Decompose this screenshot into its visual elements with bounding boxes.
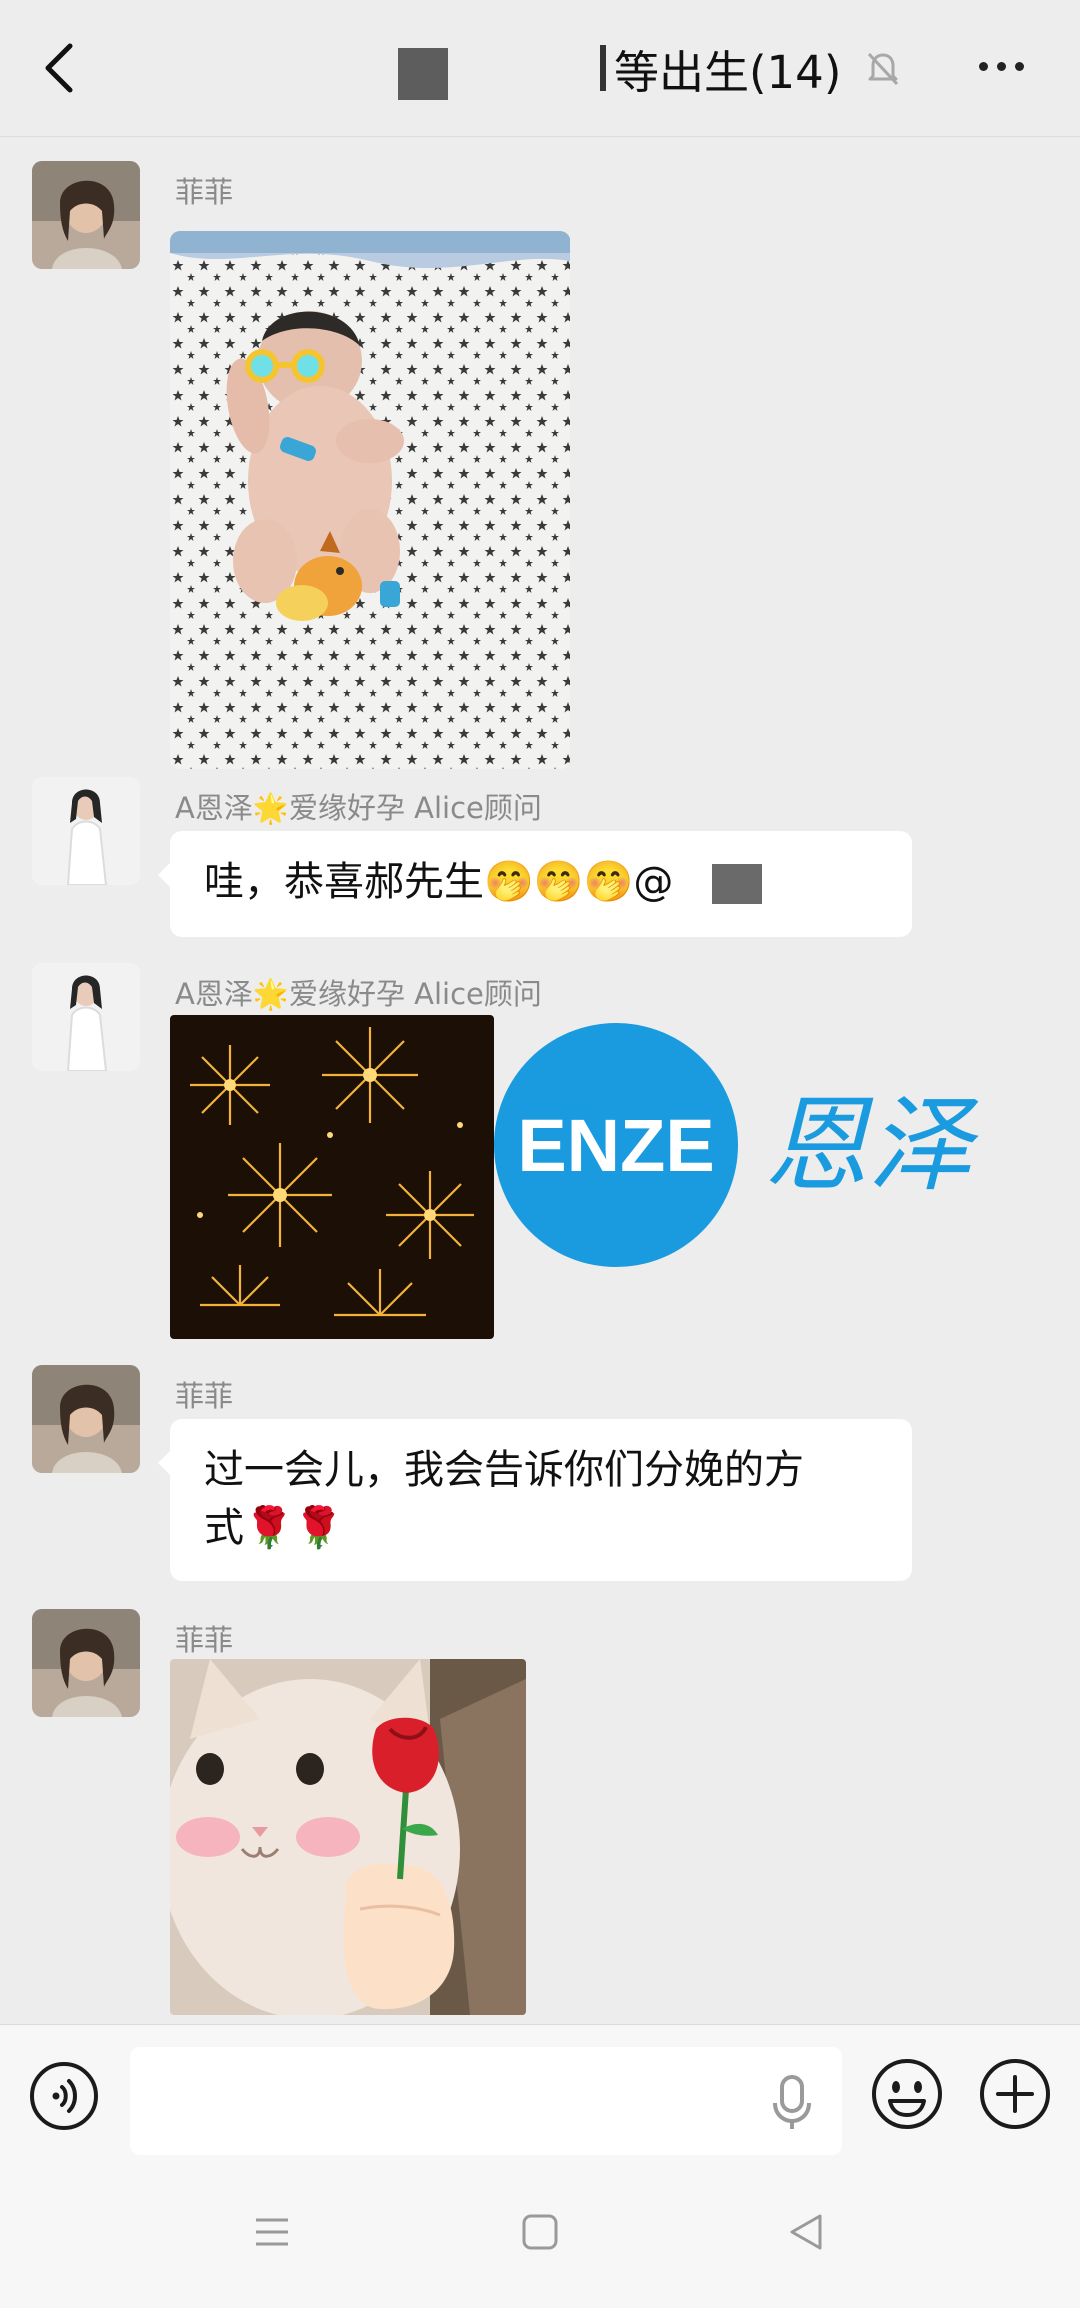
watermark-chinese: 恩泽 [764, 1084, 979, 1206]
chat-title: 等出生(14) [614, 45, 842, 99]
plus-icon[interactable] [978, 2057, 1052, 2131]
watermark-badge: ENZE [517, 1104, 714, 1187]
sender-name: 菲菲 [175, 175, 234, 209]
avatar[interactable] [32, 1609, 140, 1717]
more-icon[interactable] [975, 50, 1029, 84]
sender-name: 菲菲 [175, 1623, 234, 1657]
message-text-line2: 式🌹🌹 [204, 1505, 344, 1551]
avatar[interactable] [32, 161, 140, 269]
sender-name: A恩泽🌟爱缘好孕 Alice顾问 [175, 977, 542, 1011]
chat-header: 等出生(14) [0, 0, 1080, 137]
redacted-mention [712, 864, 763, 904]
text-bubble[interactable]: 哇，恭喜郝先生🤭🤭🤭@ [158, 831, 912, 937]
sender-name: 菲菲 [175, 1379, 234, 1413]
mic-icon[interactable] [770, 2075, 814, 2131]
sender-name: A恩泽🌟爱缘好孕 Alice顾问 [175, 791, 542, 825]
avatar[interactable] [32, 1365, 140, 1473]
image-message[interactable] [170, 231, 570, 769]
avatar[interactable] [32, 963, 140, 1071]
sticker-message[interactable] [170, 1659, 526, 2015]
back-triangle-icon[interactable] [786, 2210, 826, 2254]
menu-icon[interactable] [252, 2212, 292, 2252]
chat-title-area[interactable]: 等出生(14) [398, 36, 903, 100]
redacted-mark [600, 45, 606, 91]
message-text-line1: 过一会儿，我会告诉你们分娩的方 [204, 1447, 804, 1493]
home-icon[interactable] [520, 2212, 560, 2252]
watermark-logo: ENZE 恩泽 [492, 1021, 1032, 1271]
text-bubble[interactable]: 过一会儿，我会告诉你们分娩的方 式🌹🌹 [158, 1419, 912, 1581]
redacted-block [398, 48, 448, 100]
bell-off-icon [868, 52, 899, 86]
input-bar [0, 2024, 1080, 2175]
voice-icon[interactable] [29, 2061, 99, 2131]
message-list[interactable]: 菲菲 A恩泽🌟爱缘好孕 Alice顾问 哇，恭喜郝先生🤭🤭🤭@ A恩泽🌟爱缘好孕… [0, 137, 1080, 2024]
system-nav-bar [0, 2174, 1080, 2308]
message-input[interactable] [130, 2047, 842, 2155]
message-text: 哇，恭喜郝先生🤭🤭🤭@ [204, 859, 674, 905]
avatar[interactable] [32, 777, 140, 885]
chevron-left-icon[interactable] [34, 36, 90, 100]
emoji-icon[interactable] [870, 2057, 944, 2131]
image-message[interactable] [170, 1015, 494, 1339]
